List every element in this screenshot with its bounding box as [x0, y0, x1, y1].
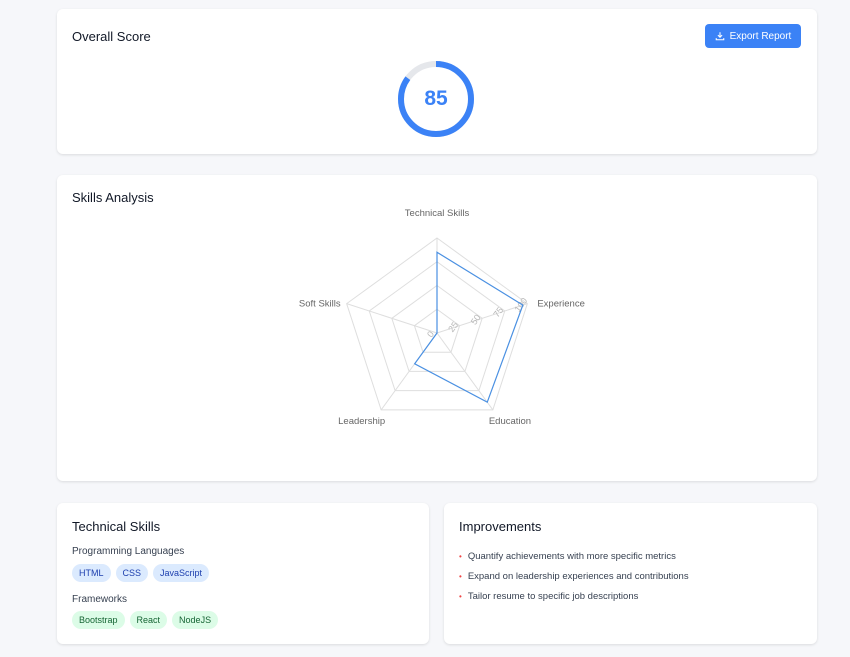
- improvements-title: Improvements: [459, 519, 542, 534]
- overall-score-card: Overall Score Export Report 85: [57, 9, 817, 154]
- technical-skills-card: Technical Skills Programming Languages H…: [57, 503, 429, 644]
- radar-axis-label: Education: [489, 416, 531, 427]
- improvements-list: • Quantify achievements with more specifi…: [459, 546, 689, 606]
- list-item: • Quantify achievements with more specifi…: [459, 550, 676, 562]
- tag-javascript: JavaScript: [153, 564, 210, 582]
- bullet-icon: •: [459, 551, 462, 561]
- skills-analysis-card: Skills Analysis 0 25 50 75 100 Technical Skil…: [57, 175, 817, 481]
- list-item: • Expand on leadership experiences and co…: [459, 570, 689, 582]
- bullet-icon: •: [459, 591, 462, 601]
- technical-skills-title: Technical Skills: [72, 519, 161, 534]
- tag-nodejs: NodeJS: [172, 611, 219, 629]
- score-gauge: 85: [397, 60, 475, 138]
- improvements-card: Improvements • Quantify achievements with…: [444, 503, 817, 644]
- frameworks-tags: Bootstrap React NodeJS: [72, 611, 219, 629]
- tag-bootstrap: Bootstrap: [72, 611, 125, 629]
- tag-react: React: [129, 611, 168, 629]
- frameworks-label: Frameworks: [72, 594, 128, 605]
- radar-axis-label: Technical Skills: [405, 208, 470, 219]
- tag-html: HTML: [72, 564, 111, 582]
- download-icon: [715, 32, 724, 41]
- programming-languages-label: Programming Languages: [72, 546, 185, 557]
- tag-css: CSS: [115, 564, 149, 582]
- programming-languages-tags: HTML CSS JavaScript: [72, 564, 210, 582]
- list-item: • Tailor resume to specific job descripti…: [459, 590, 639, 602]
- export-report-button[interactable]: Export Report: [705, 24, 801, 48]
- radar-spoke: [346, 303, 438, 334]
- radar-series: [413, 251, 524, 404]
- overall-score-title: Overall Score: [72, 29, 151, 44]
- skills-radar-chart: 0255075 100Technical SkillsExperienceEduc…: [299, 208, 585, 427]
- score-value: 85: [424, 87, 448, 110]
- radar-axis-label: Leadership: [338, 416, 385, 427]
- export-report-label: Export Report: [729, 30, 792, 42]
- radar-axis-label: Experience: [537, 299, 585, 310]
- radar-axis-label: Soft Skills: [299, 299, 341, 310]
- bullet-icon: •: [459, 571, 462, 581]
